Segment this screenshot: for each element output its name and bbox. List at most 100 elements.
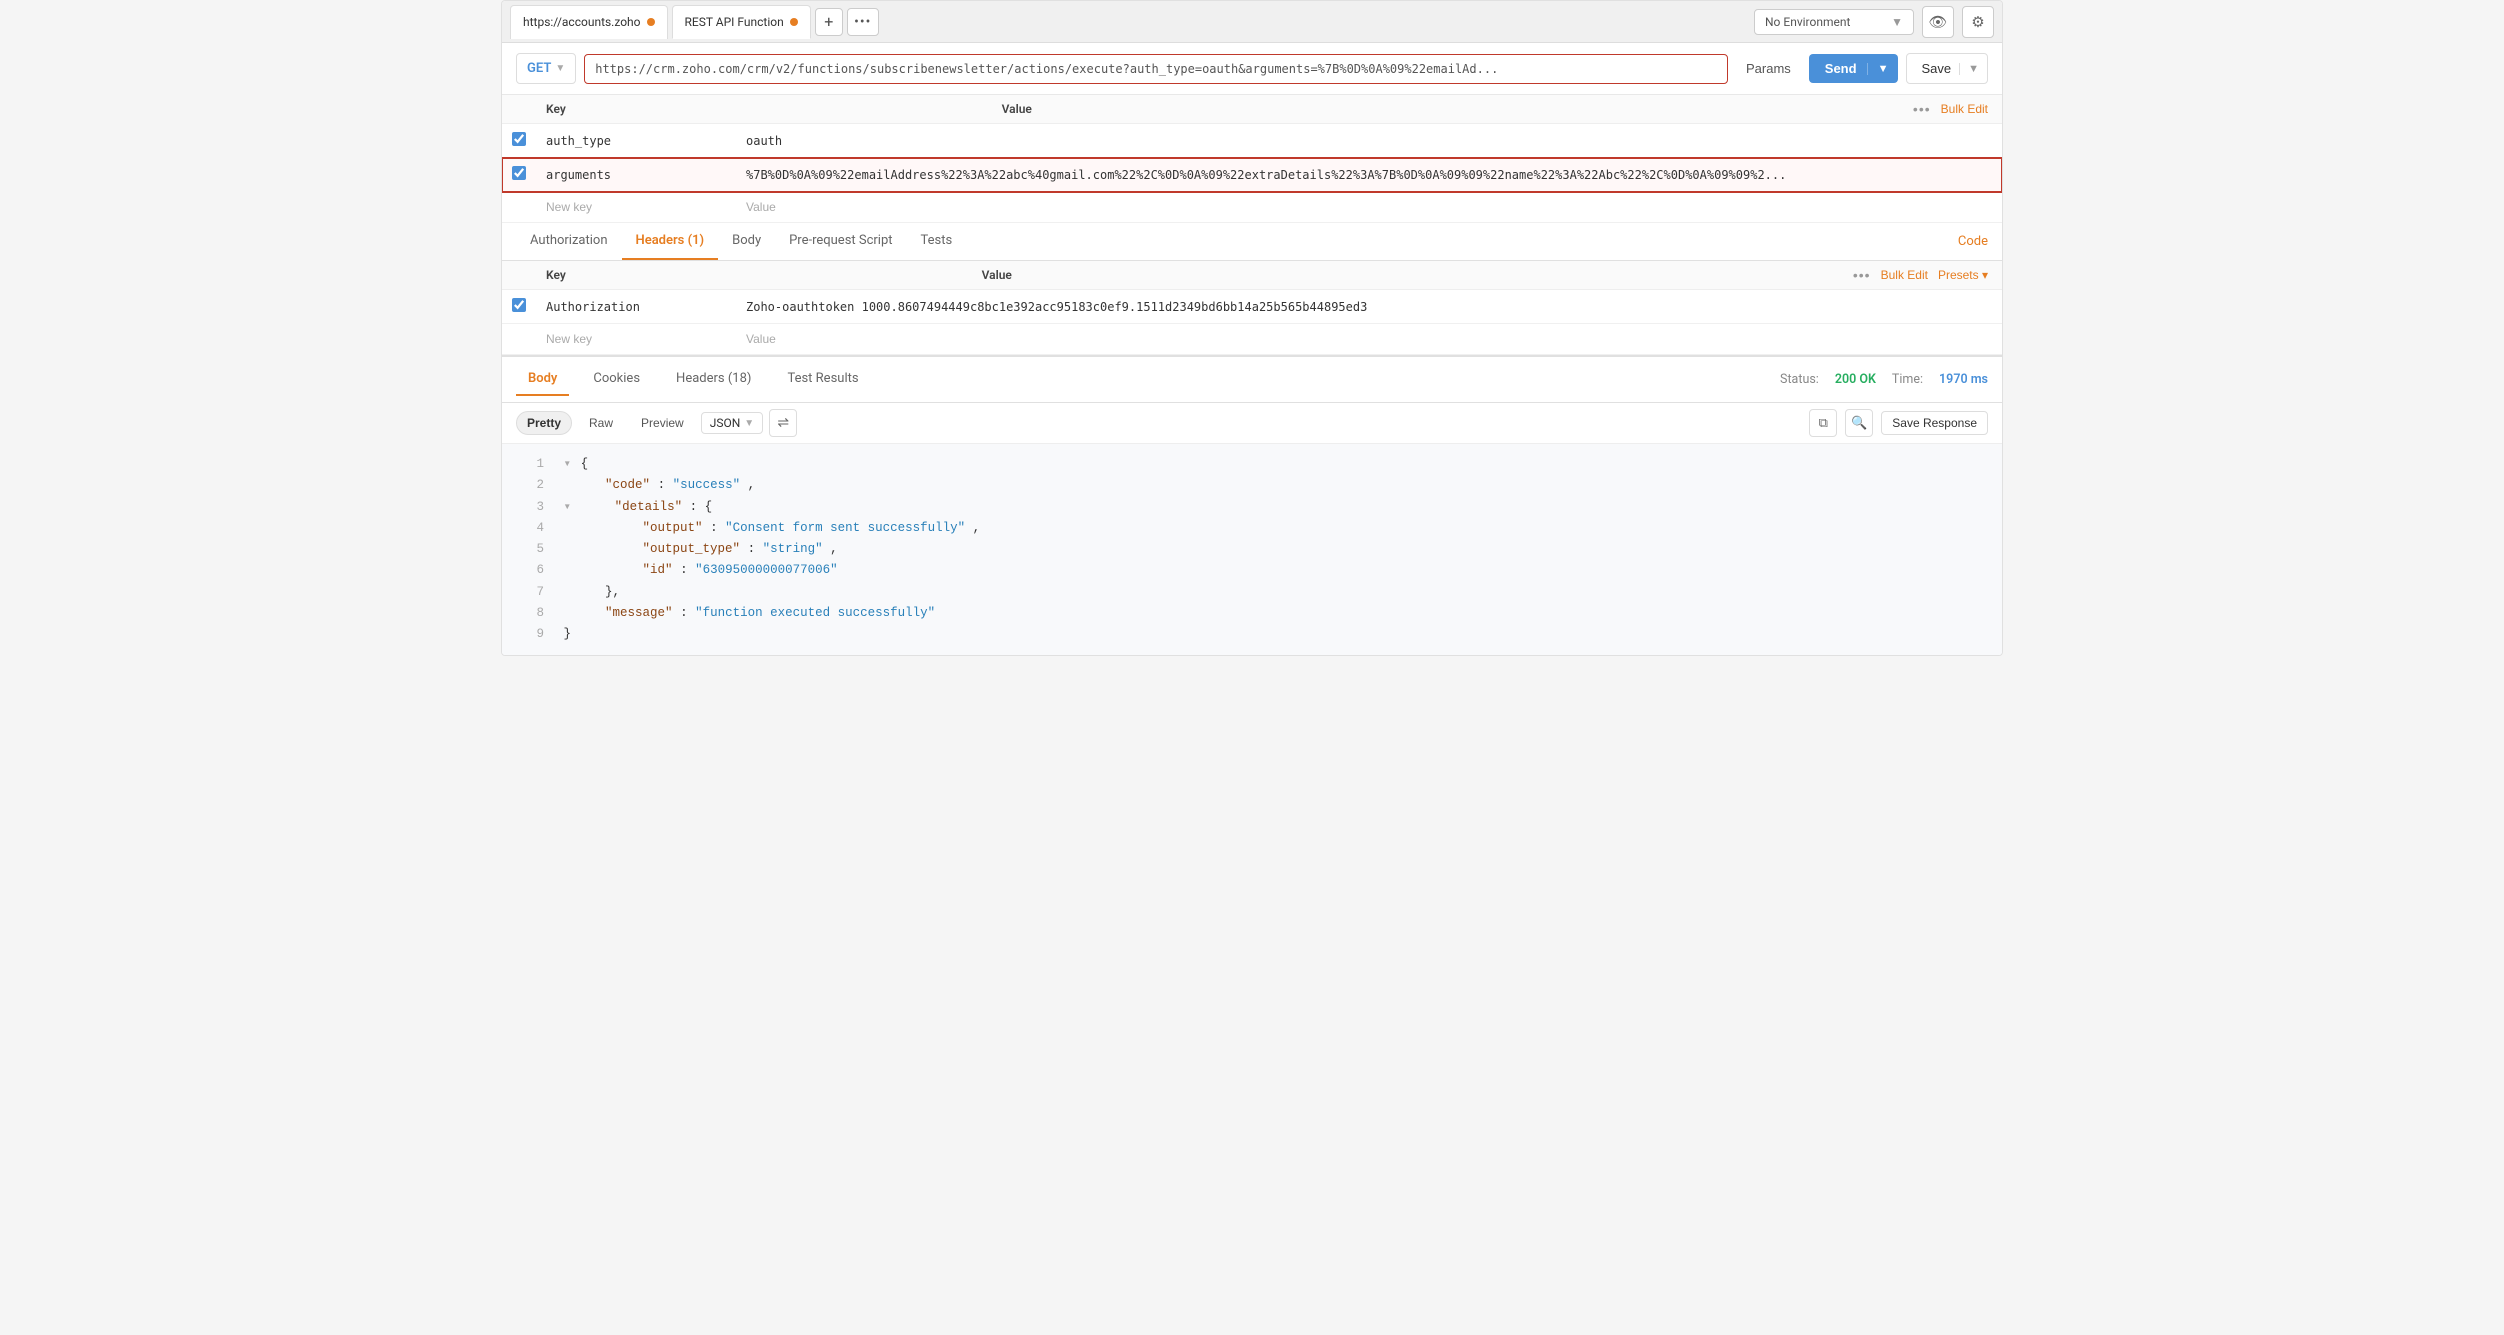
- environment-label: No Environment: [1765, 15, 1850, 29]
- request-bar: GET ▼ Params Send ▼ Save ▼: [502, 43, 2002, 95]
- headers-bulk-edit-button[interactable]: Bulk Edit: [1881, 268, 1928, 282]
- params-new-value[interactable]: Value: [736, 192, 2002, 223]
- tab-bar-right: No Environment ▼ 👁 ⚙: [1754, 6, 1994, 38]
- code-button[interactable]: Code: [1958, 224, 1988, 259]
- tab-rest-api[interactable]: REST API Function: [672, 5, 811, 39]
- code-line-7: 7 },: [516, 582, 1988, 603]
- method-chevron-icon: ▼: [555, 63, 565, 74]
- copy-icon-button[interactable]: ⧉: [1809, 409, 1837, 437]
- chevron-down-icon: ▼: [1891, 15, 1903, 29]
- tab-accounts-zoho[interactable]: https://accounts.zoho: [510, 5, 668, 39]
- tab-accounts-zoho-dot: [647, 18, 655, 26]
- save-response-button[interactable]: Save Response: [1881, 411, 1988, 435]
- ellipsis-icon: •••: [854, 14, 871, 30]
- time-value: 1970 ms: [1939, 372, 1988, 387]
- gear-icon: ⚙: [1971, 13, 1984, 31]
- tab-body[interactable]: Body: [718, 223, 775, 260]
- save-dropdown-icon[interactable]: ▼: [1959, 63, 1987, 75]
- params-row-auth-type-key: auth_type: [536, 124, 736, 158]
- headers-row-authorization: Authorization Zoho-oauthtoken 1000.86074…: [502, 290, 2002, 324]
- code-area: 1 ▾ { 2 "code" : "success" , 3 ▾ "detail…: [502, 444, 2002, 655]
- params-bulk-edit-button[interactable]: Bulk Edit: [1941, 102, 1988, 116]
- params-row-checkbox-cell: [502, 124, 536, 158]
- send-button[interactable]: Send ▼: [1809, 54, 1899, 83]
- send-dropdown-icon[interactable]: ▼: [1867, 63, 1899, 75]
- response-tab-test-results[interactable]: Test Results: [775, 363, 870, 396]
- send-label: Send: [1825, 61, 1867, 76]
- headers-presets-button[interactable]: Presets ▾: [1938, 268, 1988, 282]
- response-tab-headers[interactable]: Headers (18): [664, 363, 763, 396]
- code-line-6: 6 "id" : "63095000000077006": [516, 560, 1988, 581]
- tab-tests[interactable]: Tests: [907, 223, 967, 260]
- collapse-arrow-1[interactable]: ▾: [564, 457, 572, 471]
- headers-more-button[interactable]: •••: [1853, 267, 1871, 283]
- save-button[interactable]: Save ▼: [1906, 53, 1988, 84]
- params-key-col-header: Key: [546, 102, 1002, 116]
- headers-key-col-header: Key: [546, 268, 982, 282]
- code-line-2: 2 "code" : "success" ,: [516, 475, 1988, 496]
- code-line-8: 8 "message" : "function executed success…: [516, 603, 1988, 624]
- collapse-arrow-3[interactable]: ▾: [564, 500, 572, 514]
- response-tab-cookies[interactable]: Cookies: [581, 363, 652, 396]
- tab-add-button[interactable]: +: [815, 8, 843, 36]
- method-select[interactable]: GET ▼: [516, 53, 576, 84]
- code-line-9: 9 }: [516, 624, 1988, 645]
- wrap-icon-button[interactable]: ⇌: [769, 409, 797, 437]
- params-row-arguments-checkbox[interactable]: [512, 166, 526, 180]
- format-preview-button[interactable]: Preview: [630, 411, 695, 435]
- params-row-auth-type-value: oauth: [736, 124, 2002, 158]
- url-input[interactable]: [584, 54, 1728, 84]
- wrap-lines-icon: ⇌: [777, 415, 789, 431]
- format-select-chevron-icon: ▼: [744, 418, 754, 429]
- eye-icon: 👁: [1928, 13, 1947, 31]
- search-icon-button[interactable]: 🔍: [1845, 409, 1873, 437]
- headers-new-row: New key Value: [502, 324, 2002, 355]
- params-button[interactable]: Params: [1736, 54, 1801, 83]
- code-line-3: 3 ▾ "details" : {: [516, 497, 1988, 518]
- search-icon: 🔍: [1851, 416, 1867, 431]
- tab-bar: https://accounts.zoho REST API Function …: [502, 1, 2002, 43]
- headers-new-key[interactable]: New key: [536, 324, 736, 355]
- tab-rest-api-label: REST API Function: [685, 15, 784, 29]
- save-label: Save: [1921, 61, 1959, 76]
- headers-authorization-checkbox[interactable]: [512, 298, 526, 312]
- time-label: Time:: [1892, 372, 1923, 387]
- params-value-col-header: Value: [1002, 102, 1913, 116]
- json-toolbar-right: ⧉ 🔍 Save Response: [1809, 409, 1988, 437]
- params-more-button[interactable]: •••: [1913, 101, 1931, 117]
- format-pretty-button[interactable]: Pretty: [516, 411, 572, 435]
- method-label: GET: [527, 61, 551, 76]
- params-row-auth-type-checkbox[interactable]: [512, 132, 526, 146]
- tab-accounts-zoho-label: https://accounts.zoho: [523, 15, 641, 29]
- headers-authorization-value: Zoho-oauthtoken 1000.8607494449c8bc1e392…: [736, 290, 2002, 324]
- status-info: Status: 200 OK Time: 1970 ms: [1780, 372, 1988, 387]
- tab-rest-api-dot: [790, 18, 798, 26]
- response-tabs-bar: Body Cookies Headers (18) Test Results S…: [502, 355, 2002, 403]
- headers-value-col-header: Value: [982, 268, 1853, 282]
- eye-icon-button[interactable]: 👁: [1922, 6, 1954, 38]
- headers-table: Authorization Zoho-oauthtoken 1000.86074…: [502, 290, 2002, 355]
- json-toolbar: Pretty Raw Preview JSON ▼ ⇌ ⧉ 🔍 Save Res…: [502, 403, 2002, 444]
- status-value: 200 OK: [1835, 372, 1876, 387]
- headers-new-value[interactable]: Value: [736, 324, 2002, 355]
- plus-icon: +: [824, 12, 833, 31]
- tab-more-button[interactable]: •••: [847, 8, 879, 36]
- request-section-tabs: Authorization Headers (1) Body Pre-reque…: [502, 223, 2002, 261]
- tab-headers[interactable]: Headers (1): [622, 223, 719, 260]
- headers-authorization-key: Authorization: [536, 290, 736, 324]
- headers-table-header-row: Key Value ••• Bulk Edit Presets ▾: [502, 261, 2002, 290]
- params-table: auth_type oauth arguments %7B%0D%0A%09%2…: [502, 124, 2002, 223]
- format-raw-button[interactable]: Raw: [578, 411, 624, 435]
- params-new-key[interactable]: New key: [536, 192, 736, 223]
- code-line-4: 4 "output" : "Consent form sent successf…: [516, 518, 1988, 539]
- settings-icon-button[interactable]: ⚙: [1962, 6, 1994, 38]
- tab-authorization[interactable]: Authorization: [516, 223, 622, 260]
- status-label: Status:: [1780, 372, 1819, 387]
- response-tab-body[interactable]: Body: [516, 363, 569, 396]
- tab-pre-request-script[interactable]: Pre-request Script: [775, 223, 906, 260]
- params-row-arguments-value: %7B%0D%0A%09%22emailAddress%22%3A%22abc%…: [736, 158, 2002, 192]
- params-row-arguments: arguments %7B%0D%0A%09%22emailAddress%22…: [502, 158, 2002, 192]
- code-line-1: 1 ▾ {: [516, 454, 1988, 475]
- format-select-dropdown[interactable]: JSON ▼: [701, 412, 763, 434]
- environment-dropdown[interactable]: No Environment ▼: [1754, 9, 1914, 35]
